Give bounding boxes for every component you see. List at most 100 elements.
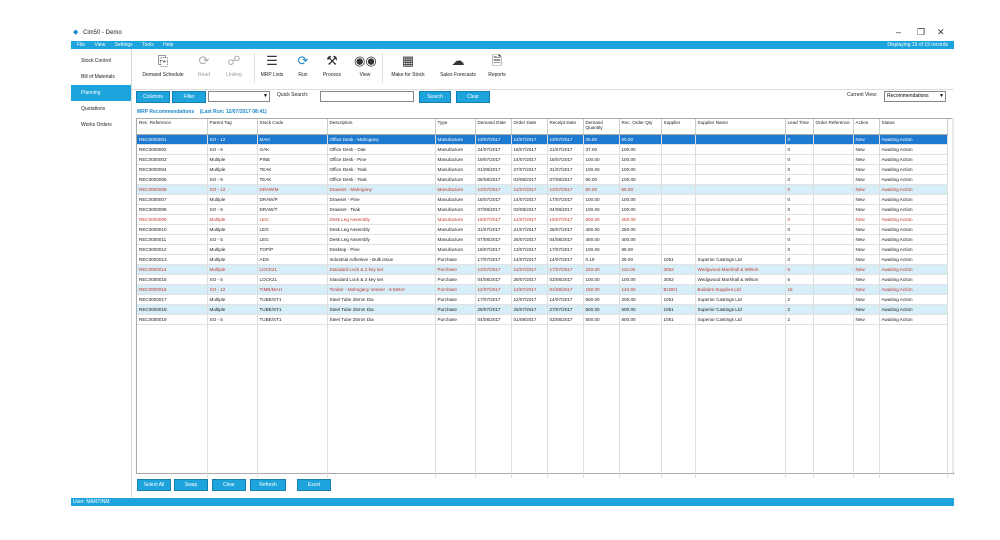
table-cell: 100.00 <box>619 164 662 175</box>
column-header[interactable]: Status <box>879 119 948 135</box>
process-button[interactable]: ⚒ Process <box>318 53 346 78</box>
filter-select[interactable]: ▼ <box>208 91 270 102</box>
sidebar-item-works-orders[interactable]: Works Orders <box>71 117 131 133</box>
demand-schedule-button[interactable]: ⎘ Demand Schedule <box>138 53 188 78</box>
table-cell: TUBE/ST1 <box>257 304 328 315</box>
quick-search-input[interactable] <box>320 91 414 102</box>
run-button[interactable]: ⟳ Run <box>292 53 314 78</box>
table-cell: New <box>853 294 880 305</box>
empty-cell <box>785 334 814 343</box>
table-cell: Purchase <box>435 314 476 325</box>
close-icon[interactable]: ✕ <box>937 27 945 38</box>
sidebar-item-planning[interactable]: Planning <box>71 85 131 101</box>
excel-button[interactable]: Excel <box>297 479 331 491</box>
columns-button[interactable]: Columns <box>136 91 170 103</box>
table-row[interactable]: REC0000014 Multiple LOCK2L Standard Lock & … <box>137 264 948 275</box>
empty-cell <box>661 424 696 433</box>
linking-button[interactable]: ☍ Linking <box>220 53 248 78</box>
table-row[interactable]: REC0000005 SO - 5 TEAK Office Desk - Teak Ma… <box>137 174 948 185</box>
table-cell: New <box>853 154 880 165</box>
table-row[interactable]: REC0000010 Multiple LEG Desk Leg Assembly Ma… <box>137 224 948 235</box>
filter-button[interactable]: Filter <box>172 91 206 103</box>
column-header[interactable]: Demand Quantity <box>583 119 620 135</box>
view-button[interactable]: ◉◉ View <box>354 53 377 78</box>
menu-help[interactable]: Help <box>163 42 173 48</box>
refresh-button[interactable]: Refresh <box>250 479 286 491</box>
column-header[interactable]: Supplier <box>661 119 696 135</box>
column-header[interactable]: Receipt Date <box>547 119 584 135</box>
table-row[interactable]: REC0000013 Multiple ADS Industrial Adhesive… <box>137 254 948 265</box>
column-header[interactable]: Rec. Reference <box>137 119 208 135</box>
table-cell: 14/07/2017 <box>511 154 548 165</box>
table-row[interactable]: REC0000009 Multiple LEG Desk Leg Assembly Ma… <box>137 214 948 225</box>
table-row[interactable]: REC0000011 SO - 5 LEG Desk Leg Assembly Manu… <box>137 234 948 245</box>
table-cell: 50.00 <box>619 184 662 195</box>
column-header[interactable]: Supplier Name <box>695 119 786 135</box>
table-row[interactable]: REC0000018 Multiple TUBE/ST1 Steel Tube 25m… <box>137 304 948 315</box>
list-icon: ☰ <box>266 53 278 68</box>
column-header[interactable]: Order Reference <box>813 119 854 135</box>
sidebar-item-bill-of-materials[interactable]: Bill of Materials <box>71 69 131 85</box>
table-cell: Desktop - Pine <box>327 244 436 255</box>
table-cell: TIMB/MAH <box>257 284 328 295</box>
empty-cell <box>435 388 476 397</box>
column-header[interactable]: Lead Time <box>785 119 814 135</box>
menu-tools[interactable]: Tools <box>142 42 154 48</box>
run-label: Run <box>298 72 308 78</box>
sales-forecasts-button[interactable]: ☁ Sales Forecasts <box>434 53 482 78</box>
table-row[interactable]: REC0000012 Multiple TOP/P Desktop - Pine Man… <box>137 244 948 255</box>
table-cell: Office Desk - Oak <box>327 144 436 155</box>
minimize-icon[interactable]: – <box>896 27 901 37</box>
column-header[interactable]: Order Date <box>511 119 548 135</box>
clear-selection-button[interactable]: Clear <box>212 479 246 491</box>
table-cell: 01/08/2017 <box>511 314 548 325</box>
table-row[interactable]: REC0000016 SO - 12 TIMB/MAH Timber - Mahoga… <box>137 284 948 295</box>
make-for-stock-button[interactable]: ▦ Make for Stock <box>386 53 430 78</box>
clear-button[interactable]: Clear <box>456 91 490 103</box>
column-header[interactable]: Parent Tag <box>207 119 258 135</box>
table-cell: Manufacture <box>435 174 476 185</box>
table-row[interactable]: REC0000008 SO - 5 DRAW/T Drawset - Teak Manu… <box>137 204 948 215</box>
table-row[interactable]: REC0000019 SO - 5 TUBE/ST1 Steel Tube 25mm … <box>137 314 948 325</box>
table-row[interactable]: REC0000006 SO - 12 DRAW/M Drawset - Mahogan… <box>137 184 948 195</box>
search-button[interactable]: Search <box>419 91 451 103</box>
mrp-lists-button[interactable]: ☰ MRP Lists <box>258 53 286 78</box>
table-row[interactable]: REC0000007 Multiple DRAW/P Drawset - Pine Ma… <box>137 194 948 205</box>
column-header[interactable]: Demand Date <box>475 119 512 135</box>
table-cell: 21/07/2017 <box>547 144 584 155</box>
table-row[interactable]: REC0000002 SO - 6 OAK Office Desk - Oak Manu… <box>137 144 948 155</box>
column-header[interactable]: Description <box>327 119 436 135</box>
swap-button[interactable]: Swap <box>174 479 208 491</box>
menu-file[interactable]: File <box>77 42 85 48</box>
read-button[interactable]: ⟳ Read <box>192 53 216 78</box>
reports-button[interactable]: 🗎 Reports <box>484 53 510 78</box>
select-all-button[interactable]: Select All <box>137 479 171 491</box>
vertical-scrollbar[interactable] <box>952 118 954 472</box>
table-cell: 18/07/2017 <box>547 154 584 165</box>
table-cell: 12/07/2017 <box>511 264 548 275</box>
empty-cell <box>785 460 814 469</box>
table-cell: TEAK <box>257 174 328 185</box>
table-cell: TEAK <box>257 164 328 175</box>
table-cell: New <box>853 254 880 265</box>
empty-cell <box>695 370 786 379</box>
table-row[interactable]: REC0000017 Multiple TUBE/ST1 Steel Tube 25m… <box>137 294 948 305</box>
sidebar-item-stock-control[interactable]: Stock Control <box>71 53 131 69</box>
column-header[interactable]: Rec. Order Qty <box>619 119 662 135</box>
restore-icon[interactable]: ❐ <box>917 27 925 38</box>
menu-view[interactable]: View <box>94 42 105 48</box>
menu-settings[interactable]: Settings <box>115 42 133 48</box>
table-row[interactable]: REC0000003 Multiple PINE Office Desk - Pine… <box>137 154 948 165</box>
column-header[interactable]: Action <box>853 119 880 135</box>
table-row[interactable]: REC0000001 SO - 12 MAH Office Desk - Mahoga… <box>137 134 948 145</box>
table-row[interactable]: REC0000004 Multiple TEAK Office Desk - Teak… <box>137 164 948 175</box>
table-cell: Desk Leg Assembly <box>327 224 436 235</box>
sidebar-item-quotations[interactable]: Quotations <box>71 101 131 117</box>
app-window: ◆ Cim50 - Demo – ❐ ✕ File View Settings … <box>71 24 954 508</box>
column-header[interactable]: Type <box>435 119 476 135</box>
empty-cell <box>695 397 786 406</box>
column-header[interactable]: Stock Code <box>257 119 328 135</box>
current-view-select[interactable]: Recommendations ▼ <box>884 91 946 102</box>
table-row[interactable]: REC0000015 SO - 5 LOCK2L Standard Lock & 2 … <box>137 274 948 285</box>
current-view-value: Recommendations <box>887 93 929 99</box>
